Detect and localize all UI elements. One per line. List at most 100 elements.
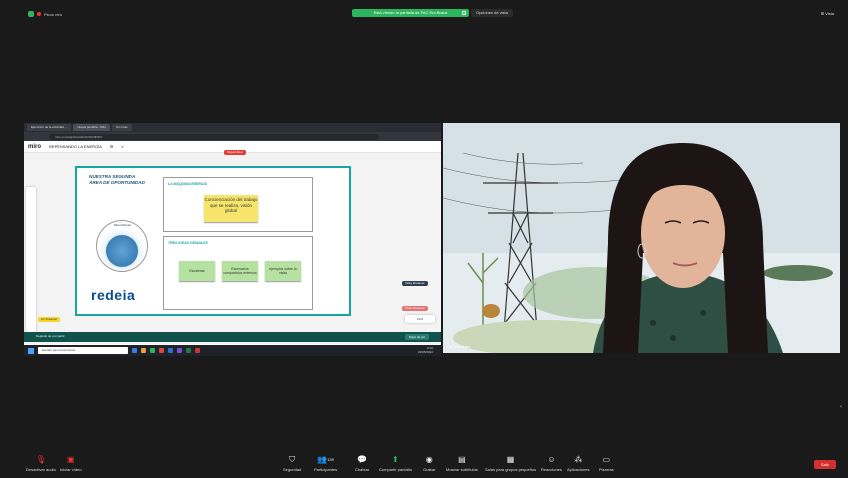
participant-video[interactable] <box>443 123 840 353</box>
collaborator-cursor: Profe Dreamer <box>402 306 428 311</box>
sticky-note-green[interactable]: ejemplos sobre la visita <box>265 261 301 281</box>
tool-label: Chatear <box>355 467 370 472</box>
record-icon: ◉ <box>425 455 433 464</box>
cc-icon: ▤ <box>458 455 466 464</box>
sticky-note-green[interactable]: Escenarios compartidos externos <box>222 261 258 281</box>
window-icon <box>462 11 466 15</box>
redeia-logo: redeia <box>91 287 136 303</box>
section-box-ideas[interactable]: TRES IDEAS GENIALES Escaleras Escenarios… <box>163 236 313 310</box>
browser-tab[interactable]: Sin título <box>112 124 132 131</box>
record-dot-icon <box>37 12 41 16</box>
breakout-icon: ▦ <box>506 455 515 464</box>
mute-button[interactable]: 🎙 Desactivar audio <box>26 455 56 472</box>
chevron-right-icon[interactable]: ‹ <box>840 404 842 410</box>
share-label: Dejando de compartir <box>36 334 65 338</box>
reactions-button[interactable]: ☺ Reacciones <box>541 455 562 472</box>
app-icon[interactable] <box>195 348 200 353</box>
stop-viewing-button[interactable]: Dejar de ver <box>405 334 429 340</box>
browser-tab[interactable]: Ejecución de la actividad ... <box>27 124 72 131</box>
record-button[interactable]: ◉ Grabar <box>423 455 435 472</box>
section-title: LA MÁQUINA ENERGÍA <box>168 182 208 186</box>
apps-icon: ⁂ <box>574 455 583 464</box>
tool-label: Pizarras <box>599 467 614 472</box>
tool-label: Iniciar vídeo <box>60 467 82 472</box>
taskbar-search[interactable]: Escribe aquí para buscar <box>38 347 128 354</box>
reactions-icon: ☺ <box>547 455 556 464</box>
apps-button[interactable]: ⁂ Aplicaciones <box>567 455 589 472</box>
section-box-energy[interactable]: LA MÁQUINA ENERGÍA Concienciación del tr… <box>163 177 313 232</box>
tool-label: Aplicaciones <box>567 467 590 472</box>
tool-label: Salas para grupos pequeños <box>485 467 537 472</box>
mic-icon: 🎙 <box>35 455 46 464</box>
browser-tab-strip: Ejecución de la actividad ... Nueva pest… <box>24 123 441 132</box>
participant-name: FAC Era Brava <box>447 345 471 349</box>
browser-tab[interactable]: Nueva pestaña - Miro <box>73 124 111 131</box>
breakout-rooms-button[interactable]: ▦ Salas para grupos pequeños <box>485 455 536 472</box>
miro-logo: miro <box>28 143 42 150</box>
miro-tool-palette[interactable] <box>26 187 36 337</box>
tool-label: Desactivar audio <box>26 467 56 472</box>
share-status-text: Está viendo la pantalla de FAC Era Brava <box>373 10 448 15</box>
collaborator-cursor: Liz Dreamer <box>38 317 61 322</box>
whiteboard-icon: ▭ <box>602 455 611 464</box>
security-button[interactable]: ⛉ Seguridad <box>283 455 302 473</box>
board-frame[interactable]: NUESTRA SEGUNDA ÁREA DE OPORTUNIDAD Menú… <box>75 166 351 316</box>
tool-label: Grabar <box>423 467 436 472</box>
chat-icon: 💬 <box>357 455 368 464</box>
start-video-button[interactable]: ▣ Iniciar vídeo <box>60 455 82 472</box>
clock-date: 20/05/2022 <box>417 349 433 354</box>
browser-address-row: miro.com/app/board/uXjVOA3lb/8=/ <box>24 132 441 141</box>
tool-label: Participantes <box>314 467 338 472</box>
app-icon[interactable] <box>159 348 164 353</box>
globe-logo-icon <box>96 220 148 272</box>
zoom-control[interactable]: 12% <box>405 315 435 323</box>
zoom-share-bar: Dejando de compartir Dejar de ver <box>24 332 441 342</box>
app-icon[interactable] <box>168 348 173 353</box>
meeting-info-label: Picos vivo <box>44 11 63 17</box>
zoom-top-bar: Picos vivo Está viendo la pantalla de FA… <box>0 0 848 28</box>
tool-label: Seguridad <box>283 467 302 472</box>
captions-button[interactable]: ▤ Mostrar subtítulos <box>446 455 478 472</box>
view-button[interactable]: ⊞ Vista <box>821 11 834 16</box>
settings-icon[interactable]: ⚙ <box>110 144 114 149</box>
participants-button[interactable]: 👥 139 Participantes <box>314 455 337 472</box>
view-options-button[interactable]: Opciones de vista <box>471 9 513 17</box>
video-frame <box>443 123 840 353</box>
video-icon: ▣ <box>67 455 75 464</box>
windows-start-icon[interactable] <box>28 347 34 354</box>
board-name[interactable]: REPENSANDO LA ENERGÍA <box>49 144 102 149</box>
whiteboards-button[interactable]: ▭ Pizarras <box>599 455 614 472</box>
view-label: Vista <box>825 11 834 16</box>
shield-icon <box>28 11 34 17</box>
sticky-note-yellow[interactable]: Concienciación del trabajo que se realiz… <box>204 195 258 222</box>
zoom-level: 12% <box>416 317 423 321</box>
chat-button[interactable]: 💬 Chatear <box>355 455 369 472</box>
search-icon[interactable]: ⌕ <box>122 144 124 149</box>
shared-screen: Ejecución de la actividad ... Nueva pest… <box>24 123 441 356</box>
miro-canvas[interactable]: NUESTRA SEGUNDA ÁREA DE OPORTUNIDAD Menú… <box>24 150 441 344</box>
app-icon[interactable] <box>150 348 155 353</box>
share-icon: ⬆ <box>391 455 399 464</box>
leave-button[interactable]: Salir <box>814 460 836 469</box>
frame-title: NUESTRA SEGUNDA ÁREA DE OPORTUNIDAD <box>89 174 145 185</box>
collaborator-cursor: Vicky Dreamer <box>402 281 428 286</box>
section-title: TRES IDEAS GENIALES <box>168 241 208 245</box>
app-icon[interactable] <box>141 348 146 353</box>
app-icon[interactable] <box>177 348 182 353</box>
participant-count: 139 <box>327 457 334 462</box>
tool-label: Mostrar subtítulos <box>446 467 478 472</box>
collaborator-cursor: Miguel Beer <box>224 150 247 155</box>
app-icon[interactable] <box>186 348 191 353</box>
address-bar[interactable]: miro.com/app/board/uXjVOA3lb/8=/ <box>49 133 379 140</box>
logo-caption: Menú Rocas <box>114 223 131 227</box>
tool-label: Compartir pantalla <box>379 467 412 472</box>
share-screen-button[interactable]: ⬆ Compartir pantalla <box>379 455 412 472</box>
share-status-pill[interactable]: Está viendo la pantalla de FAC Era Brava <box>352 9 469 17</box>
meeting-info[interactable]: Picos vivo <box>28 11 62 17</box>
taskbar-clock: 8:10 20/05/2022 <box>417 346 433 354</box>
app-icon[interactable] <box>132 348 137 353</box>
sticky-note-green[interactable]: Escaleras <box>179 261 215 281</box>
zoom-toolbar: 🎙 Desactivar audio ▣ Iniciar vídeo ⛉ Seguri… <box>0 452 848 478</box>
participants-icon: 👥 139 <box>317 455 334 464</box>
dog-illustration <box>482 304 500 318</box>
